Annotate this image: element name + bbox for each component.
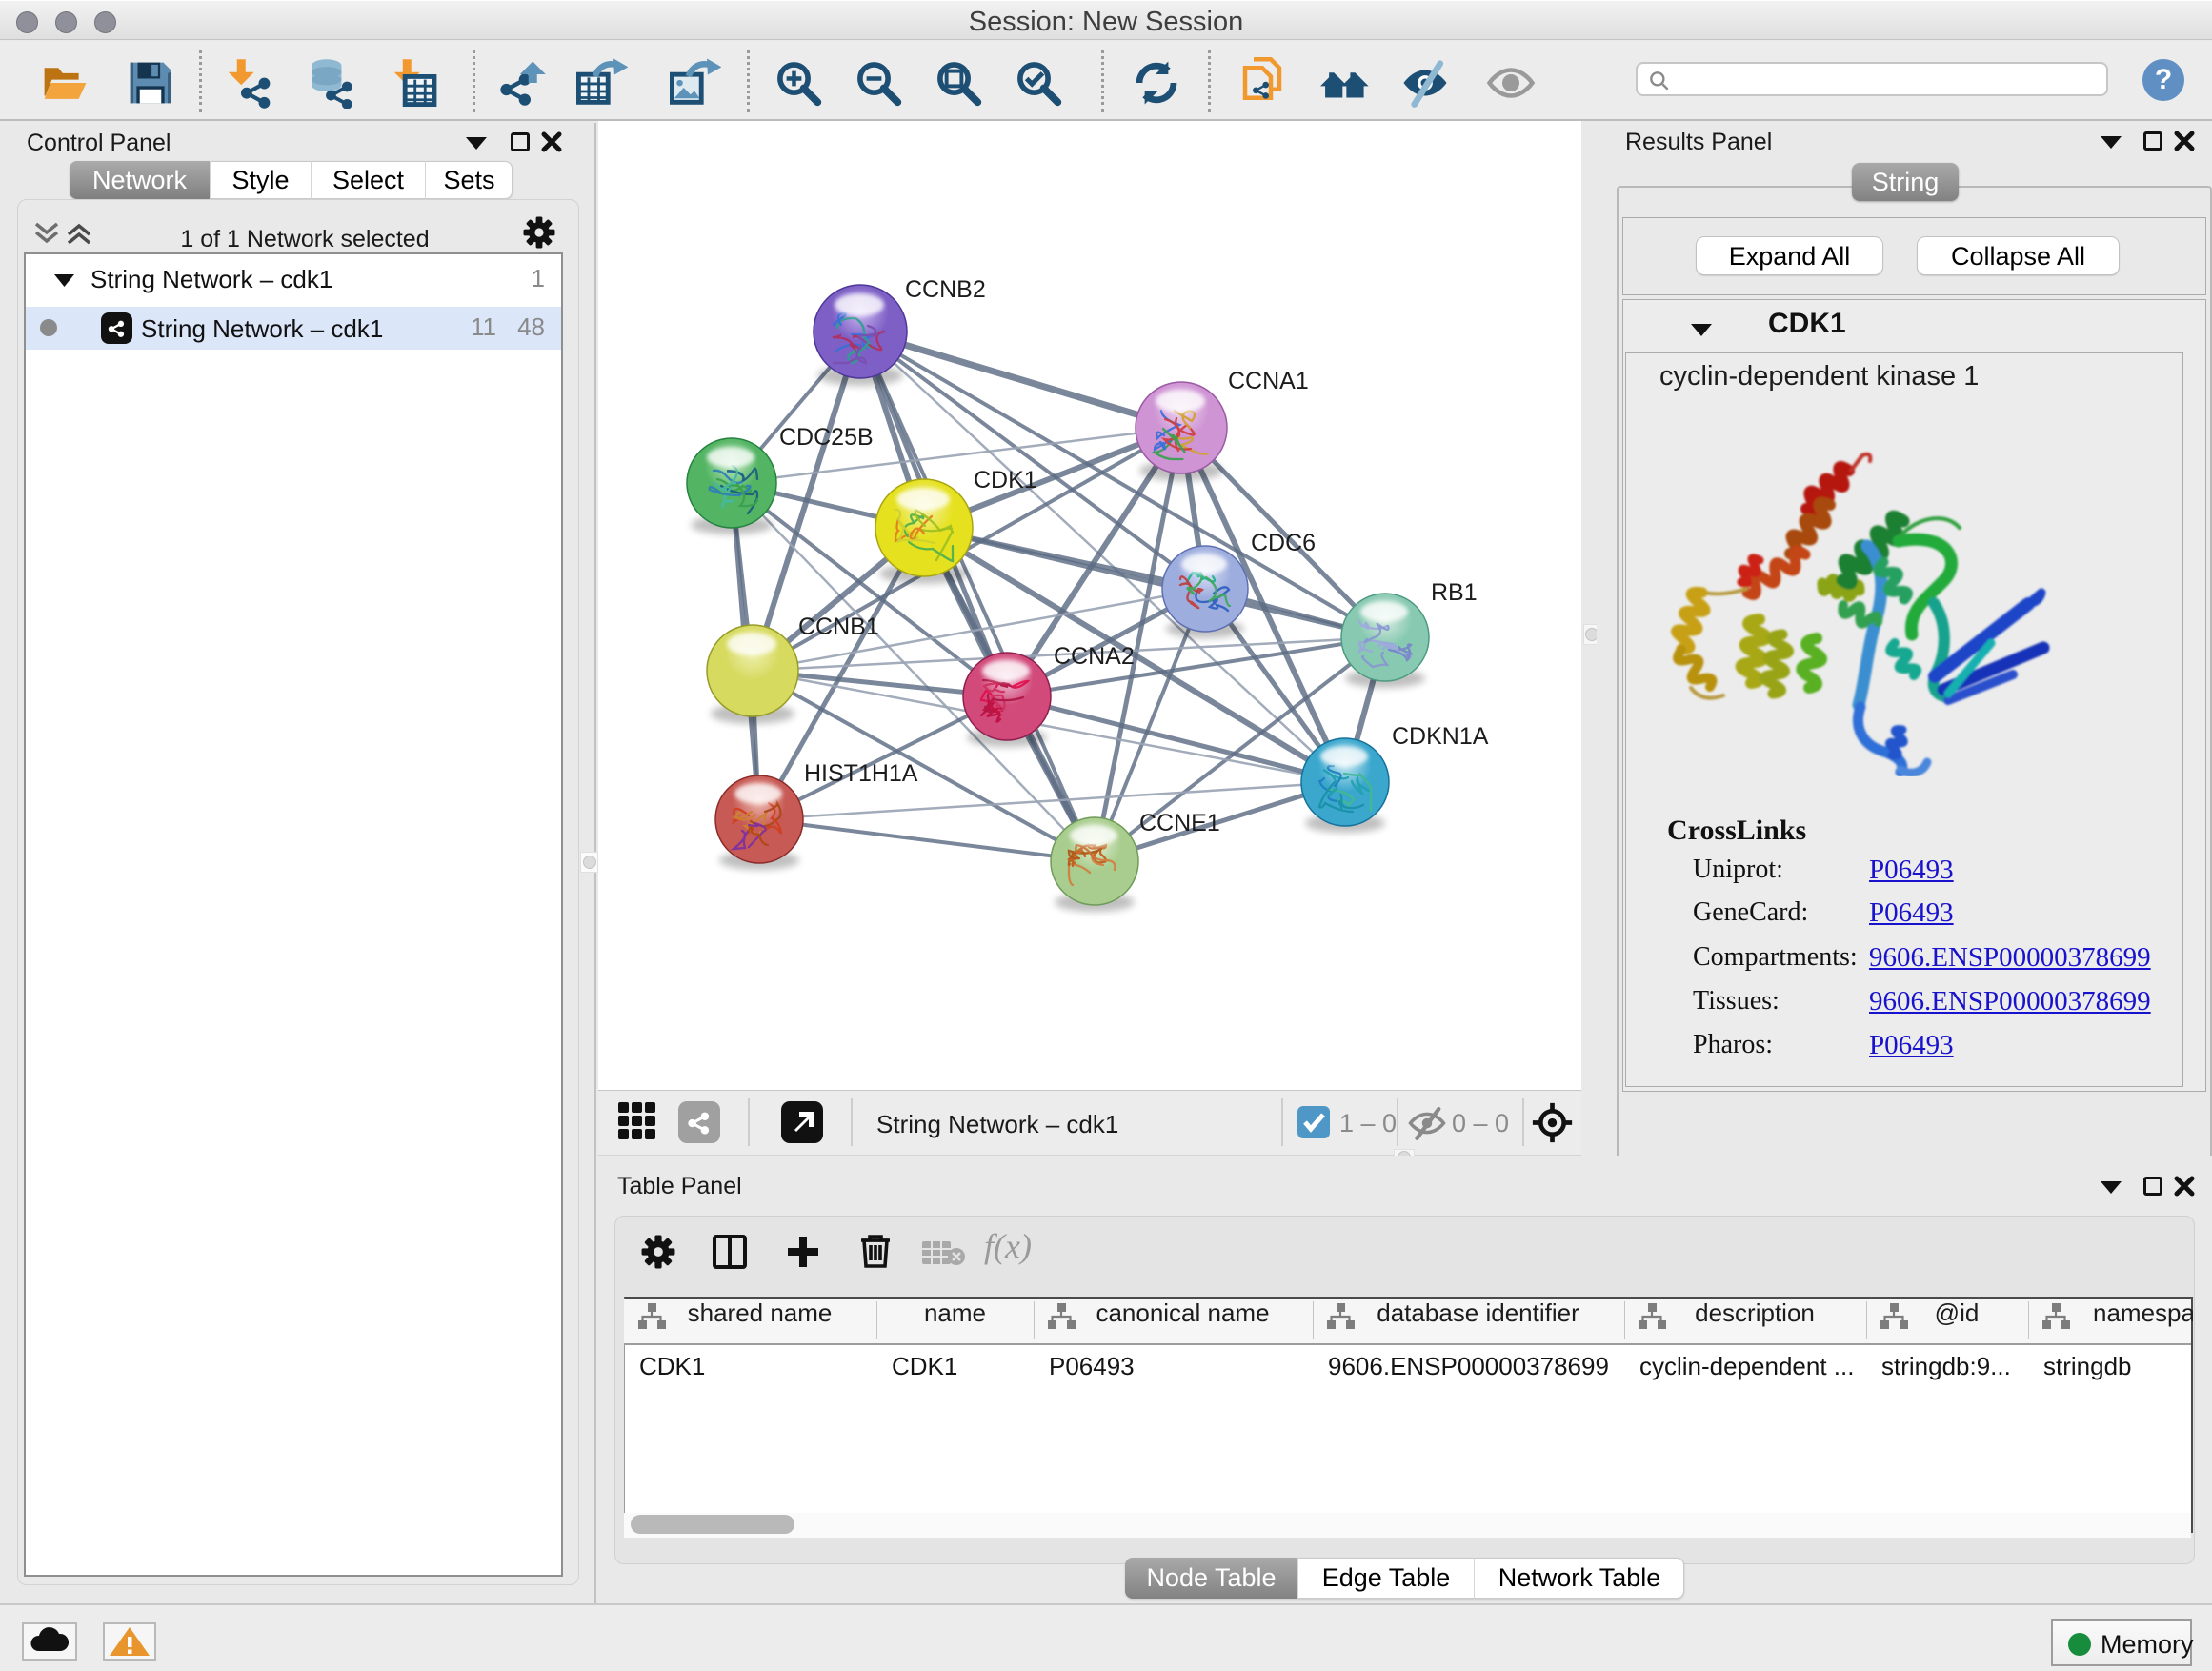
svg-text:CDKN1A: CDKN1A — [1392, 723, 1489, 750]
svg-text:CDK1: CDK1 — [974, 467, 1037, 493]
svg-text:CCNA1: CCNA1 — [1228, 368, 1309, 394]
svg-text:CDC25B: CDC25B — [779, 424, 874, 451]
svg-text:CCNE1: CCNE1 — [1139, 810, 1220, 836]
svg-text:CCNB2: CCNB2 — [905, 276, 986, 303]
svg-text:RB1: RB1 — [1431, 579, 1478, 606]
svg-text:CCNB1: CCNB1 — [798, 614, 879, 640]
svg-text:CDC6: CDC6 — [1251, 530, 1316, 556]
svg-text:HIST1H1A: HIST1H1A — [804, 760, 918, 787]
svg-text:CCNA2: CCNA2 — [1054, 643, 1135, 670]
